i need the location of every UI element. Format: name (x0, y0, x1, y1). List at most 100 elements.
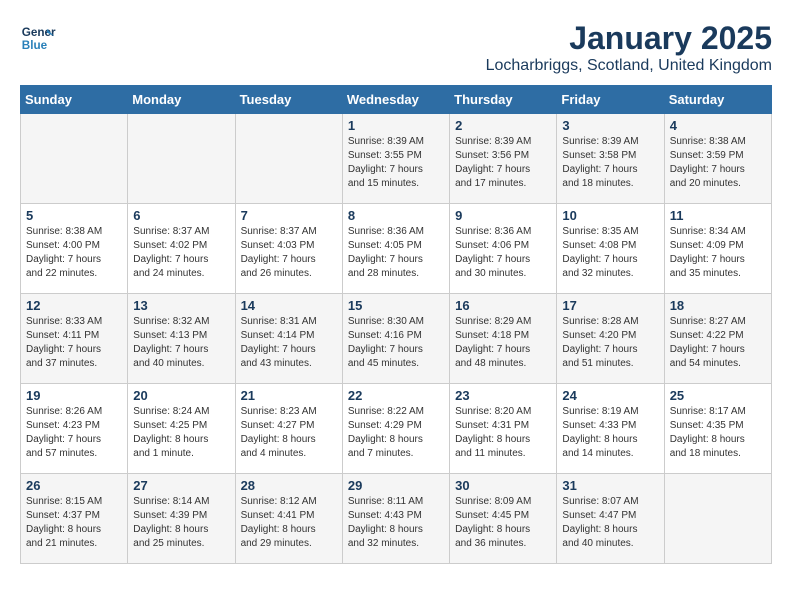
title-block: January 2025 Locharbriggs, Scotland, Uni… (486, 20, 772, 75)
calendar-cell (664, 474, 771, 564)
day-number: 29 (348, 478, 444, 493)
svg-text:Blue: Blue (22, 39, 48, 52)
calendar-cell: 25Sunrise: 8:17 AMSunset: 4:35 PMDayligh… (664, 384, 771, 474)
day-number: 3 (562, 118, 658, 133)
cell-info: Sunrise: 8:17 AMSunset: 4:35 PMDaylight:… (670, 405, 766, 461)
calendar-cell: 12 Sunrise: 8:33 AMSunset: 4:11 PMDayligh… (21, 294, 128, 384)
calendar-cell: 22 Sunrise: 8:22 AMSunset: 4:29 PMDayligh… (342, 384, 449, 474)
day-number: 16 (455, 298, 551, 313)
day-number: 20 (133, 388, 229, 403)
cell-info: Sunrise: 8:37 AMSunset: 4:02 PMDaylight:… (133, 225, 229, 281)
day-number: 23 (455, 388, 551, 403)
cell-info: Sunrise: 8:31 AMSunset: 4:14 PMDaylight:… (241, 315, 337, 371)
calendar-cell: 30 Sunrise: 8:09 AMSunset: 4:45 PMDayligh… (450, 474, 557, 564)
cell-info: Sunrise: 8:26 AMSunset: 4:23 PMDaylight:… (26, 405, 122, 461)
calendar-cell: 4Sunrise: 8:38 AMSunset: 3:59 PMDaylight… (664, 114, 771, 204)
weekday-header-sunday: Sunday (21, 86, 128, 114)
calendar-cell (128, 114, 235, 204)
cell-info: Sunrise: 8:39 AMSunset: 3:58 PMDaylight:… (562, 135, 658, 191)
calendar-cell: 18 Sunrise: 8:27 AMSunset: 4:22 PMDayligh… (664, 294, 771, 384)
calendar-cell: 21Sunrise: 8:23 AMSunset: 4:27 PMDayligh… (235, 384, 342, 474)
day-number: 7 (241, 208, 337, 223)
cell-info: Sunrise: 8:15 AMSunset: 4:37 PMDaylight:… (26, 495, 122, 551)
calendar-cell: 15 Sunrise: 8:30 AMSunset: 4:16 PMDayligh… (342, 294, 449, 384)
day-number: 11 (670, 208, 766, 223)
day-number: 12 (26, 298, 122, 313)
logo-icon: General Blue (20, 20, 56, 56)
svg-text:General: General (22, 26, 56, 39)
cell-info: Sunrise: 8:30 AMSunset: 4:16 PMDaylight:… (348, 315, 444, 371)
day-number: 27 (133, 478, 229, 493)
calendar-week-2: 5 Sunrise: 8:38 AMSunset: 4:00 PMDaylight… (21, 204, 772, 294)
day-number: 6 (133, 208, 229, 223)
calendar-cell: 28Sunrise: 8:12 AMSunset: 4:41 PMDayligh… (235, 474, 342, 564)
calendar-cell: 9 Sunrise: 8:36 AMSunset: 4:06 PMDaylight… (450, 204, 557, 294)
calendar-cell: 7Sunrise: 8:37 AMSunset: 4:03 PMDaylight… (235, 204, 342, 294)
month-title: January 2025 (486, 20, 772, 57)
cell-info: Sunrise: 8:38 AMSunset: 4:00 PMDaylight:… (26, 225, 122, 281)
cell-info: Sunrise: 8:32 AMSunset: 4:13 PMDaylight:… (133, 315, 229, 371)
cell-info: Sunrise: 8:20 AMSunset: 4:31 PMDaylight:… (455, 405, 551, 461)
cell-info: Sunrise: 8:19 AMSunset: 4:33 PMDaylight:… (562, 405, 658, 461)
calendar-cell: 14Sunrise: 8:31 AMSunset: 4:14 PMDayligh… (235, 294, 342, 384)
cell-info: Sunrise: 8:11 AMSunset: 4:43 PMDaylight:… (348, 495, 444, 551)
cell-info: Sunrise: 8:23 AMSunset: 4:27 PMDaylight:… (241, 405, 337, 461)
day-number: 26 (26, 478, 122, 493)
cell-info: Sunrise: 8:33 AMSunset: 4:11 PMDaylight:… (26, 315, 122, 371)
calendar-cell: 13 Sunrise: 8:32 AMSunset: 4:13 PMDayligh… (128, 294, 235, 384)
day-number: 9 (455, 208, 551, 223)
calendar-table: SundayMondayTuesdayWednesdayThursdayFrid… (20, 85, 772, 564)
cell-info: Sunrise: 8:39 AMSunset: 3:55 PMDaylight:… (348, 135, 444, 191)
calendar-cell: 29 Sunrise: 8:11 AMSunset: 4:43 PMDayligh… (342, 474, 449, 564)
calendar-cell: 11 Sunrise: 8:34 AMSunset: 4:09 PMDayligh… (664, 204, 771, 294)
cell-info: Sunrise: 8:34 AMSunset: 4:09 PMDaylight:… (670, 225, 766, 281)
calendar-cell: 6 Sunrise: 8:37 AMSunset: 4:02 PMDaylight… (128, 204, 235, 294)
cell-info: Sunrise: 8:12 AMSunset: 4:41 PMDaylight:… (241, 495, 337, 551)
day-number: 18 (670, 298, 766, 313)
day-number: 30 (455, 478, 551, 493)
calendar-cell: 20 Sunrise: 8:24 AMSunset: 4:25 PMDayligh… (128, 384, 235, 474)
calendar-cell: 16 Sunrise: 8:29 AMSunset: 4:18 PMDayligh… (450, 294, 557, 384)
cell-info: Sunrise: 8:09 AMSunset: 4:45 PMDaylight:… (455, 495, 551, 551)
calendar-cell: 19 Sunrise: 8:26 AMSunset: 4:23 PMDayligh… (21, 384, 128, 474)
page-header: General Blue January 2025 Locharbriggs, … (20, 20, 772, 75)
cell-info: Sunrise: 8:36 AMSunset: 4:05 PMDaylight:… (348, 225, 444, 281)
day-number: 15 (348, 298, 444, 313)
cell-info: Sunrise: 8:36 AMSunset: 4:06 PMDaylight:… (455, 225, 551, 281)
day-number: 2 (455, 118, 551, 133)
calendar-cell: 24 Sunrise: 8:19 AMSunset: 4:33 PMDayligh… (557, 384, 664, 474)
calendar-cell: 26 Sunrise: 8:15 AMSunset: 4:37 PMDayligh… (21, 474, 128, 564)
calendar-cell: 8 Sunrise: 8:36 AMSunset: 4:05 PMDaylight… (342, 204, 449, 294)
weekday-header-thursday: Thursday (450, 86, 557, 114)
cell-info: Sunrise: 8:24 AMSunset: 4:25 PMDaylight:… (133, 405, 229, 461)
cell-info: Sunrise: 8:35 AMSunset: 4:08 PMDaylight:… (562, 225, 658, 281)
calendar-cell (21, 114, 128, 204)
calendar-cell: 2 Sunrise: 8:39 AMSunset: 3:56 PMDaylight… (450, 114, 557, 204)
calendar-cell: 31Sunrise: 8:07 AMSunset: 4:47 PMDayligh… (557, 474, 664, 564)
calendar-cell: 1Sunrise: 8:39 AMSunset: 3:55 PMDaylight… (342, 114, 449, 204)
cell-info: Sunrise: 8:29 AMSunset: 4:18 PMDaylight:… (455, 315, 551, 371)
calendar-cell: 23 Sunrise: 8:20 AMSunset: 4:31 PMDayligh… (450, 384, 557, 474)
day-number: 19 (26, 388, 122, 403)
day-number: 31 (562, 478, 658, 493)
cell-info: Sunrise: 8:14 AMSunset: 4:39 PMDaylight:… (133, 495, 229, 551)
cell-info: Sunrise: 8:22 AMSunset: 4:29 PMDaylight:… (348, 405, 444, 461)
location-title: Locharbriggs, Scotland, United Kingdom (486, 57, 772, 75)
weekday-header-friday: Friday (557, 86, 664, 114)
weekday-header-row: SundayMondayTuesdayWednesdayThursdayFrid… (21, 86, 772, 114)
day-number: 13 (133, 298, 229, 313)
cell-info: Sunrise: 8:28 AMSunset: 4:20 PMDaylight:… (562, 315, 658, 371)
day-number: 22 (348, 388, 444, 403)
day-number: 4 (670, 118, 766, 133)
calendar-cell: 5 Sunrise: 8:38 AMSunset: 4:00 PMDaylight… (21, 204, 128, 294)
day-number: 5 (26, 208, 122, 223)
day-number: 24 (562, 388, 658, 403)
calendar-cell (235, 114, 342, 204)
calendar-week-4: 19 Sunrise: 8:26 AMSunset: 4:23 PMDayligh… (21, 384, 772, 474)
cell-info: Sunrise: 8:27 AMSunset: 4:22 PMDaylight:… (670, 315, 766, 371)
logo: General Blue (20, 20, 56, 56)
cell-info: Sunrise: 8:39 AMSunset: 3:56 PMDaylight:… (455, 135, 551, 191)
day-number: 8 (348, 208, 444, 223)
calendar-cell: 10Sunrise: 8:35 AMSunset: 4:08 PMDayligh… (557, 204, 664, 294)
weekday-header-tuesday: Tuesday (235, 86, 342, 114)
